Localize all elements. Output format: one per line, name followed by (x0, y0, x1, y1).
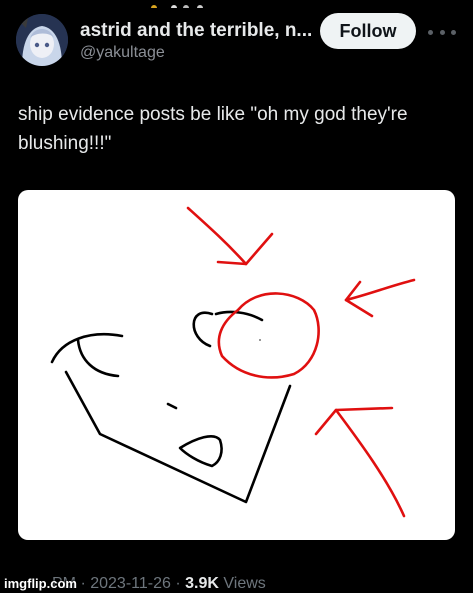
follow-button[interactable]: Follow (320, 13, 416, 49)
post-date[interactable]: 2023-11-26 (90, 575, 171, 592)
dot (428, 29, 433, 35)
dot (439, 29, 445, 35)
views-count: 3.9K (185, 575, 219, 592)
post-text: ship evidence posts be like "oh my god t… (18, 104, 408, 154)
avatar[interactable] (16, 14, 68, 66)
cropped-previous-post (148, 0, 278, 8)
post-media-image[interactable] (18, 190, 455, 540)
separator: · (175, 575, 181, 592)
imgflip-watermark: imgflip.com (4, 576, 77, 591)
dot (451, 29, 456, 35)
author-display-name[interactable]: astrid and the terrible, n... (80, 20, 312, 42)
drawing-image (50, 206, 416, 518)
views-label: Views (223, 575, 266, 592)
author-handle[interactable]: @yakultage (80, 44, 165, 62)
anime-avatar-icon (16, 14, 68, 66)
separator: · (80, 575, 86, 592)
more-dots-icon[interactable] (428, 22, 456, 42)
post-metadata: PM · 2023-11-26 · 3.9K Views (52, 575, 266, 593)
